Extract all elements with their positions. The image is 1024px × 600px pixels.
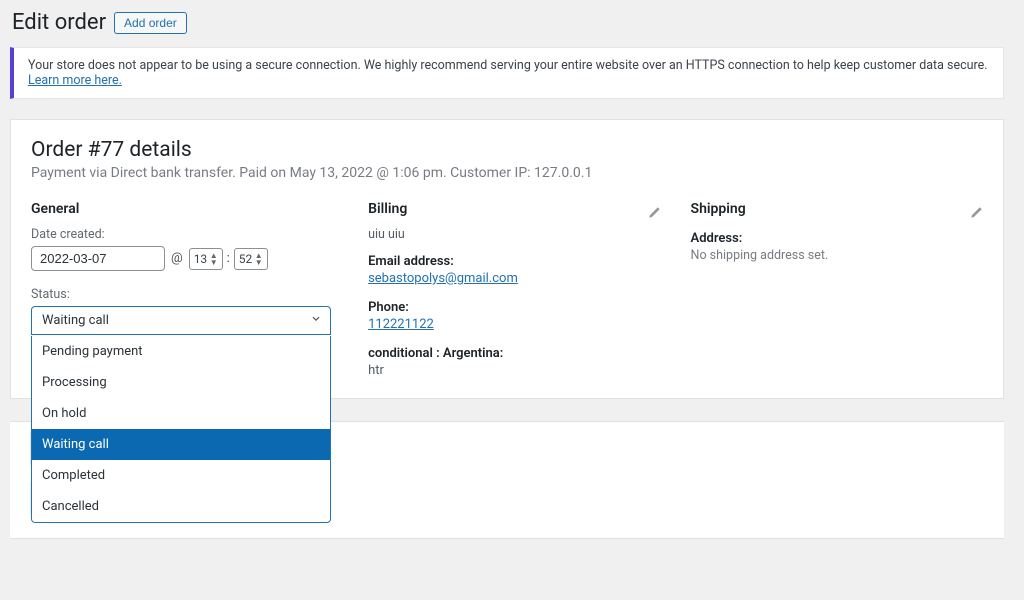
status-label: Status:: [31, 287, 338, 302]
shipping-none-text: No shipping address set.: [691, 248, 983, 263]
time-colon: :: [227, 251, 230, 266]
general-column: General Date created: @ 13 ▲▼ : 52 ▲▼ St…: [31, 201, 338, 378]
minute-input[interactable]: 52 ▲▼: [234, 248, 268, 270]
spinner-arrows-icon[interactable]: ▲▼: [255, 252, 263, 266]
billing-conditional-label: conditional : Argentina:: [368, 346, 660, 361]
billing-column: Billing uiu uiu Email address: sebastopo…: [368, 201, 660, 378]
status-option-cancelled[interactable]: Cancelled: [32, 491, 330, 522]
order-subtitle: Payment via Direct bank transfer. Paid o…: [31, 165, 983, 181]
add-order-button[interactable]: Add order: [114, 12, 187, 34]
status-option-completed[interactable]: Completed: [32, 460, 330, 491]
billing-phone-label: Phone:: [368, 300, 660, 315]
notice-learn-more-link[interactable]: Learn more here.: [28, 73, 122, 88]
shipping-heading: Shipping: [691, 201, 746, 217]
billing-email-link[interactable]: sebastopolys@gmail.com: [368, 271, 518, 286]
edit-billing-icon[interactable]: [648, 206, 661, 223]
https-notice: Your store does not appear to be using a…: [10, 47, 1004, 99]
billing-heading: Billing: [368, 201, 407, 217]
chevron-down-icon: [310, 313, 322, 329]
spinner-arrows-icon[interactable]: ▲▼: [210, 252, 218, 266]
hour-input[interactable]: 13 ▲▼: [189, 248, 223, 270]
billing-name: uiu uiu: [368, 227, 660, 242]
status-option-onhold[interactable]: On hold: [32, 398, 330, 429]
shipping-address-label: Address:: [691, 231, 983, 246]
shipping-column: Shipping Address: No shipping address se…: [691, 201, 983, 378]
general-heading: General: [31, 201, 338, 217]
order-details-panel: Order #77 details Payment via Direct ban…: [10, 119, 1004, 399]
status-select[interactable]: Waiting call: [31, 306, 331, 335]
page-title: Edit order: [12, 10, 106, 35]
billing-email-label: Email address:: [368, 254, 660, 269]
status-option-processing[interactable]: Processing: [32, 367, 330, 398]
date-created-label: Date created:: [31, 227, 338, 242]
at-symbol: @: [171, 251, 183, 266]
status-selected-value: Waiting call: [42, 313, 109, 328]
date-created-input[interactable]: [31, 246, 165, 271]
status-dropdown: Pending payment Processing On hold Waiti…: [31, 336, 331, 523]
order-title: Order #77 details: [31, 138, 983, 162]
status-option-waitingcall[interactable]: Waiting call: [32, 429, 330, 460]
status-option-pending[interactable]: Pending payment: [32, 336, 330, 367]
billing-conditional-value: htr: [368, 363, 660, 378]
billing-phone-link[interactable]: 112221122: [368, 317, 434, 332]
edit-shipping-icon[interactable]: [970, 206, 983, 223]
notice-text: Your store does not appear to be using a…: [28, 58, 988, 73]
